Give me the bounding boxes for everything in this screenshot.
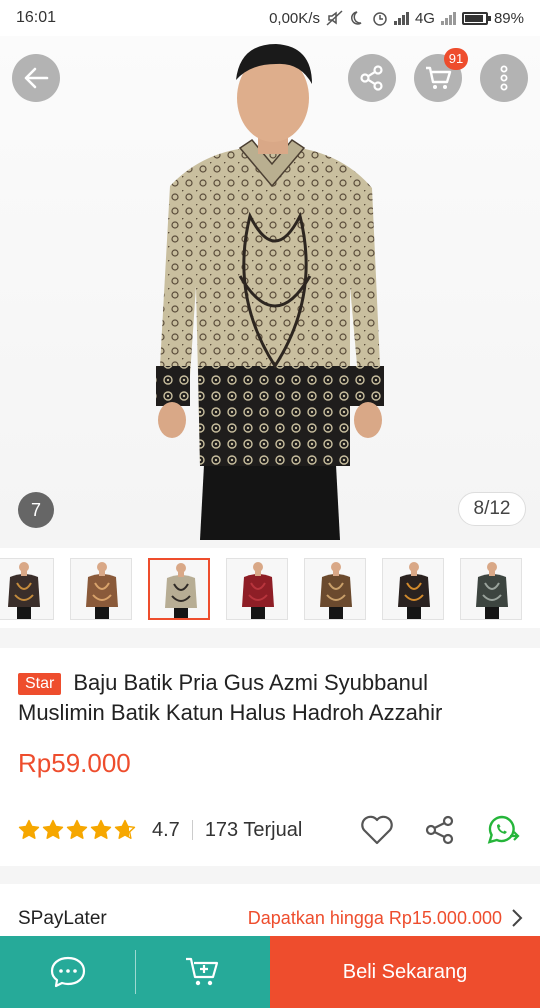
cart-badge: 91 [444,48,468,70]
promo-number[interactable]: 7 [18,492,54,528]
mute-icon [326,10,343,26]
whatsapp-share-icon[interactable] [486,814,522,846]
buy-now-button[interactable]: Beli Sekarang [270,936,540,1008]
thumbnail[interactable] [460,558,522,620]
spaylater-row[interactable]: SPayLater Dapatkan hingga Rp15.000.000 [0,884,540,936]
star-full-icon [18,819,40,839]
bottom-divider [135,950,136,994]
bottom-left-actions [0,936,270,1008]
image-counter: 8/12 [458,492,526,526]
product-price: Rp59.000 [18,748,131,778]
star-half-icon [114,819,136,839]
more-button[interactable] [480,54,528,102]
moon-icon [351,11,362,25]
thumbnail-image [383,559,443,619]
bottom-action-bar: Beli Sekarang [0,936,540,1008]
star-full-icon [42,819,64,839]
rating-value: 4.7 [152,818,180,841]
thumbnail-image [0,559,53,619]
add-to-cart-icon [185,957,218,986]
header-share-button[interactable] [348,54,396,102]
thumbnail[interactable] [382,558,444,620]
heart-icon[interactable] [360,815,394,845]
thumbnail-image [71,559,131,619]
net-speed: 0,00K/s [269,9,320,27]
chat-icon [50,956,85,988]
rating-row: 4.7 173 Terjual [18,814,522,846]
more-vertical-icon [500,65,508,91]
thumbnail[interactable] [226,558,288,620]
product-info: Star Baju Batik Pria Gus Azmi Syubbanul M… [0,648,540,866]
chevron-right-icon [512,909,523,927]
sold-count: 173 Terjual [204,818,303,841]
spaylater-promo: Dapatkan hingga Rp15.000.000 [247,908,502,928]
thumbnail[interactable] [70,558,132,620]
action-icons [360,814,522,846]
thumbnail-strip[interactable] [0,548,540,628]
spaylater-label: SPayLater [18,908,107,929]
status-indicators: 0,00K/s 4G 89% [269,10,524,27]
model-illustration [156,44,384,540]
share-icon [360,65,383,91]
thumbnail-image [150,560,208,618]
chat-button[interactable] [0,936,135,1008]
thumbnail-image [305,559,365,619]
battery-percent: 89% [493,9,524,27]
product-title: Baju Batik Pria Gus Azmi Syubbanul Musli… [18,670,443,725]
back-button[interactable] [12,54,60,102]
star-full-icon [90,819,112,839]
product-page: 16:01 0,00K/s 4G 89% 91 7 8/12 Star Baju… [0,0,540,1008]
add-to-cart-button[interactable] [135,936,270,1008]
battery-icon [461,11,491,25]
thumbnail[interactable] [0,558,54,620]
arrow-left-icon [24,67,49,89]
rating-stars [18,819,136,841]
share-icon[interactable] [424,815,456,845]
cart-button[interactable]: 91 [414,48,468,102]
product-title-block: Star Baju Batik Pria Gus Azmi Syubbanul M… [18,668,518,728]
star-badge: Star [18,673,62,695]
status-time: 16:01 [16,9,57,26]
alarm-icon [373,12,387,26]
signal-2-icon [440,11,456,25]
network-type: 4G [414,9,435,27]
thumbnail[interactable] [148,558,210,620]
star-full-icon [66,819,88,839]
divider [191,820,193,840]
thumbnail[interactable] [304,558,366,620]
thumbnail-image [461,559,521,619]
thumbnail-image [227,559,287,619]
product-image[interactable]: 91 7 8/12 [0,36,540,540]
signal-icon [393,11,409,25]
status-bar: 16:01 0,00K/s 4G 89% [0,0,540,36]
